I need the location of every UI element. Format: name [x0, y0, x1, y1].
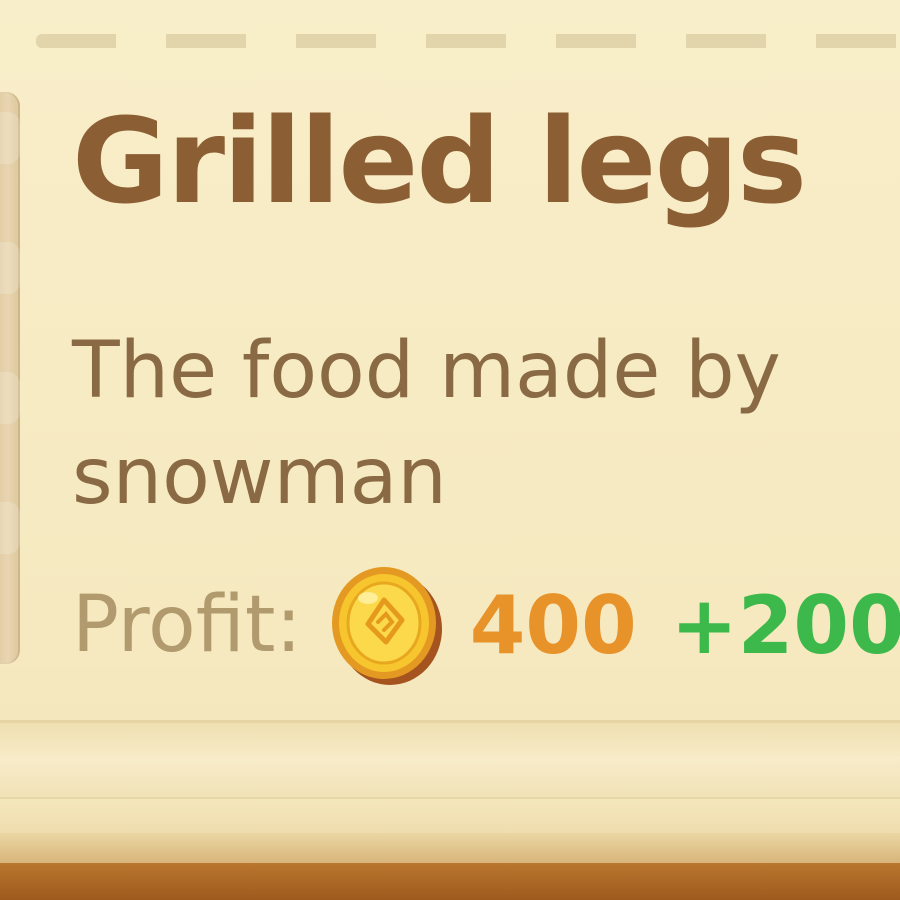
frame-bottom-edge — [0, 863, 900, 900]
frame-band — [0, 797, 900, 835]
item-description: The food made by snowman — [72, 318, 900, 530]
frame-band — [0, 757, 900, 797]
item-title: Grilled legs — [72, 92, 807, 230]
profit-value: 400 — [469, 578, 637, 672]
profit-row: Profit: 400 +200 — [72, 560, 900, 690]
profit-label: Profit: — [72, 580, 302, 670]
frame-band — [0, 720, 900, 757]
profit-bonus: +200 — [670, 578, 900, 672]
dashed-divider — [36, 34, 900, 48]
frame-band — [0, 833, 900, 863]
gold-coin-icon — [328, 562, 446, 688]
description-line-1: The food made by — [72, 326, 781, 416]
item-info-card: Grilled legs The food made by snowman Pr… — [0, 0, 900, 900]
left-frame-strip — [0, 92, 20, 664]
description-line-2: snowman — [72, 432, 447, 522]
